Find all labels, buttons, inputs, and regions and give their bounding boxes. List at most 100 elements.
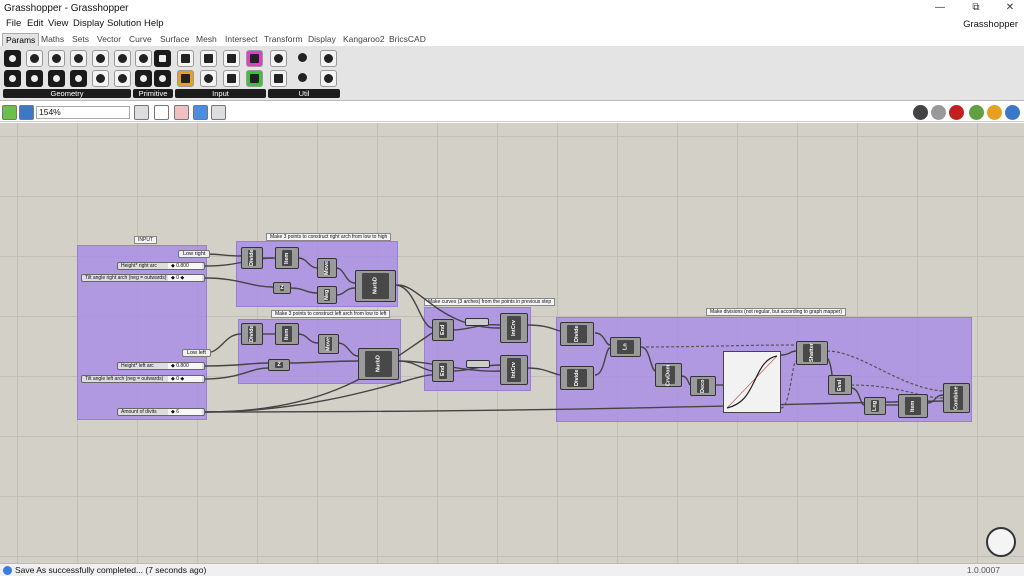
slider-value[interactable]: ◆ 0 ◆: [168, 275, 202, 281]
tilt-left-slider[interactable]: Tilt angle left arch (neg = outwards) ◆ 0…: [81, 375, 205, 383]
preview-color-icon[interactable]: [987, 105, 1002, 120]
box-param-icon[interactable]: [48, 50, 65, 67]
low-right-param[interactable]: Low right: [178, 250, 211, 258]
zoom-field[interactable]: 154%: [36, 106, 130, 119]
preview-mode-icon[interactable]: [913, 105, 928, 120]
tab-surface[interactable]: Surface: [157, 33, 192, 45]
preview-eye-icon[interactable]: [154, 105, 169, 120]
relay-node[interactable]: [465, 318, 489, 326]
brep-param-icon[interactable]: [70, 50, 87, 67]
height-left-slider[interactable]: Height* left arc ◆ 0.800: [117, 362, 205, 370]
menu-display[interactable]: Display: [73, 18, 104, 29]
cherry-icon[interactable]: [270, 50, 287, 67]
item-component[interactable]: Item: [275, 323, 299, 345]
arrow-right-icon[interactable]: [295, 50, 312, 67]
menu-edit[interactable]: Edit: [27, 18, 43, 29]
arrow-outline-icon[interactable]: [295, 70, 312, 87]
nurbs-curve-component[interactable]: NurbD: [358, 348, 399, 380]
restore-button[interactable]: ⧉: [966, 1, 986, 15]
move-component[interactable]: Move: [317, 258, 337, 278]
nurbs-curve-component[interactable]: NurbD: [355, 270, 396, 302]
colour-swatch-icon[interactable]: [246, 50, 263, 67]
input-label[interactable]: Input: [175, 89, 266, 98]
divide-component[interactable]: Divide: [241, 323, 263, 345]
bake-icon[interactable]: [211, 105, 226, 120]
menu-solution[interactable]: Solution: [107, 18, 141, 29]
slider-value[interactable]: ◆ 6: [168, 409, 202, 415]
tab-maths[interactable]: Maths: [38, 33, 67, 45]
panel-icon[interactable]: [177, 50, 194, 67]
combine-component[interactable]: Combine: [943, 383, 970, 413]
text-param-icon[interactable]: [154, 70, 171, 87]
quality-icon[interactable]: [1005, 105, 1020, 120]
save-file-icon[interactable]: [19, 105, 34, 120]
curve-domain-component[interactable]: CrvDom: [655, 363, 682, 387]
graph-mapper-icon[interactable]: [177, 70, 194, 87]
close-button[interactable]: ✕: [1000, 1, 1020, 15]
digit-scroller-icon[interactable]: [246, 70, 263, 87]
tab-mesh[interactable]: Mesh: [193, 33, 220, 45]
slider-value[interactable]: ◆ 0 ◆: [168, 376, 202, 382]
primitive-label[interactable]: Primitive: [133, 89, 173, 98]
sketch-icon[interactable]: [174, 105, 189, 120]
boolean-param-icon[interactable]: [135, 50, 152, 67]
open-file-icon[interactable]: [2, 105, 17, 120]
menu-file[interactable]: File: [6, 18, 21, 29]
curve-param-icon[interactable]: [92, 50, 109, 67]
navigation-compass-icon[interactable]: [986, 527, 1016, 557]
toggle-icon[interactable]: [223, 70, 240, 87]
tab-curve[interactable]: Curve: [126, 33, 155, 45]
tab-transform[interactable]: Transform: [261, 33, 305, 45]
integer-param-icon[interactable]: [154, 50, 171, 67]
button-icon[interactable]: [200, 70, 217, 87]
tilt-right-slider[interactable]: Tilt angle right arch (neg = outwards) ◆ …: [81, 274, 205, 282]
minimize-button[interactable]: —: [930, 1, 950, 15]
geometry-label[interactable]: Geometry: [3, 89, 131, 98]
mesh-param-icon[interactable]: [70, 70, 87, 87]
divide-curve-component[interactable]: Divide: [560, 322, 594, 346]
low-left-param[interactable]: Low left: [182, 349, 211, 357]
tab-intersect[interactable]: Intersect: [222, 33, 261, 45]
list-length-component[interactable]: Lng: [864, 397, 886, 415]
line-param-icon[interactable]: [48, 70, 65, 87]
number-param-icon[interactable]: [135, 70, 152, 87]
wireframe-icon[interactable]: [931, 105, 946, 120]
value-list-icon[interactable]: [223, 50, 240, 67]
tab-params[interactable]: Params: [2, 33, 40, 47]
divide-component[interactable]: Divide: [241, 247, 263, 269]
tab-kangaroo2[interactable]: Kangaroo2: [340, 33, 388, 45]
deconstruct-domain-component[interactable]: Deco: [690, 376, 716, 396]
divide-curve-component[interactable]: Divide: [560, 366, 594, 390]
util-label[interactable]: Util: [268, 89, 340, 98]
plane-param-icon[interactable]: [26, 70, 43, 87]
point-param-icon[interactable]: [4, 70, 21, 87]
end-points-component[interactable]: End: [432, 360, 454, 382]
negative-component[interactable]: Neg: [317, 286, 337, 304]
line-component[interactable]: Ln: [610, 337, 641, 357]
cluster-icon[interactable]: [270, 70, 287, 87]
slider-icon[interactable]: [200, 50, 217, 67]
tab-vector[interactable]: Vector: [94, 33, 124, 45]
select-icon[interactable]: [193, 105, 208, 120]
menu-help[interactable]: Help: [144, 18, 164, 29]
height-right-slider[interactable]: Height* right arc ◆ 0.800: [117, 262, 205, 270]
shatter-component[interactable]: Shatter: [796, 341, 828, 365]
item-component[interactable]: Item: [275, 247, 299, 269]
unit-z-component[interactable]: Z: [268, 359, 290, 371]
end-points-component[interactable]: End: [432, 319, 454, 341]
move-component[interactable]: Move: [318, 334, 339, 354]
amount-divits-slider[interactable]: Amount of divits ◆ 6: [117, 408, 205, 416]
unit-z-component[interactable]: Z: [273, 282, 291, 294]
beaker-icon[interactable]: [320, 70, 337, 87]
shaded-icon[interactable]: [949, 105, 964, 120]
interpolate-curve-component[interactable]: IntCrv: [500, 355, 528, 385]
menu-view[interactable]: View: [48, 18, 68, 29]
zoom-extents-icon[interactable]: [134, 105, 149, 120]
canvas[interactable]: INPUT Make 3 points to construct right a…: [0, 123, 1024, 563]
circle-param-icon[interactable]: [26, 50, 43, 67]
geometry-param-icon[interactable]: [4, 50, 21, 67]
tab-display[interactable]: Display: [305, 33, 339, 45]
tab-sets[interactable]: Sets: [69, 33, 92, 45]
relay-node[interactable]: [466, 360, 490, 368]
selected-only-icon[interactable]: [969, 105, 984, 120]
